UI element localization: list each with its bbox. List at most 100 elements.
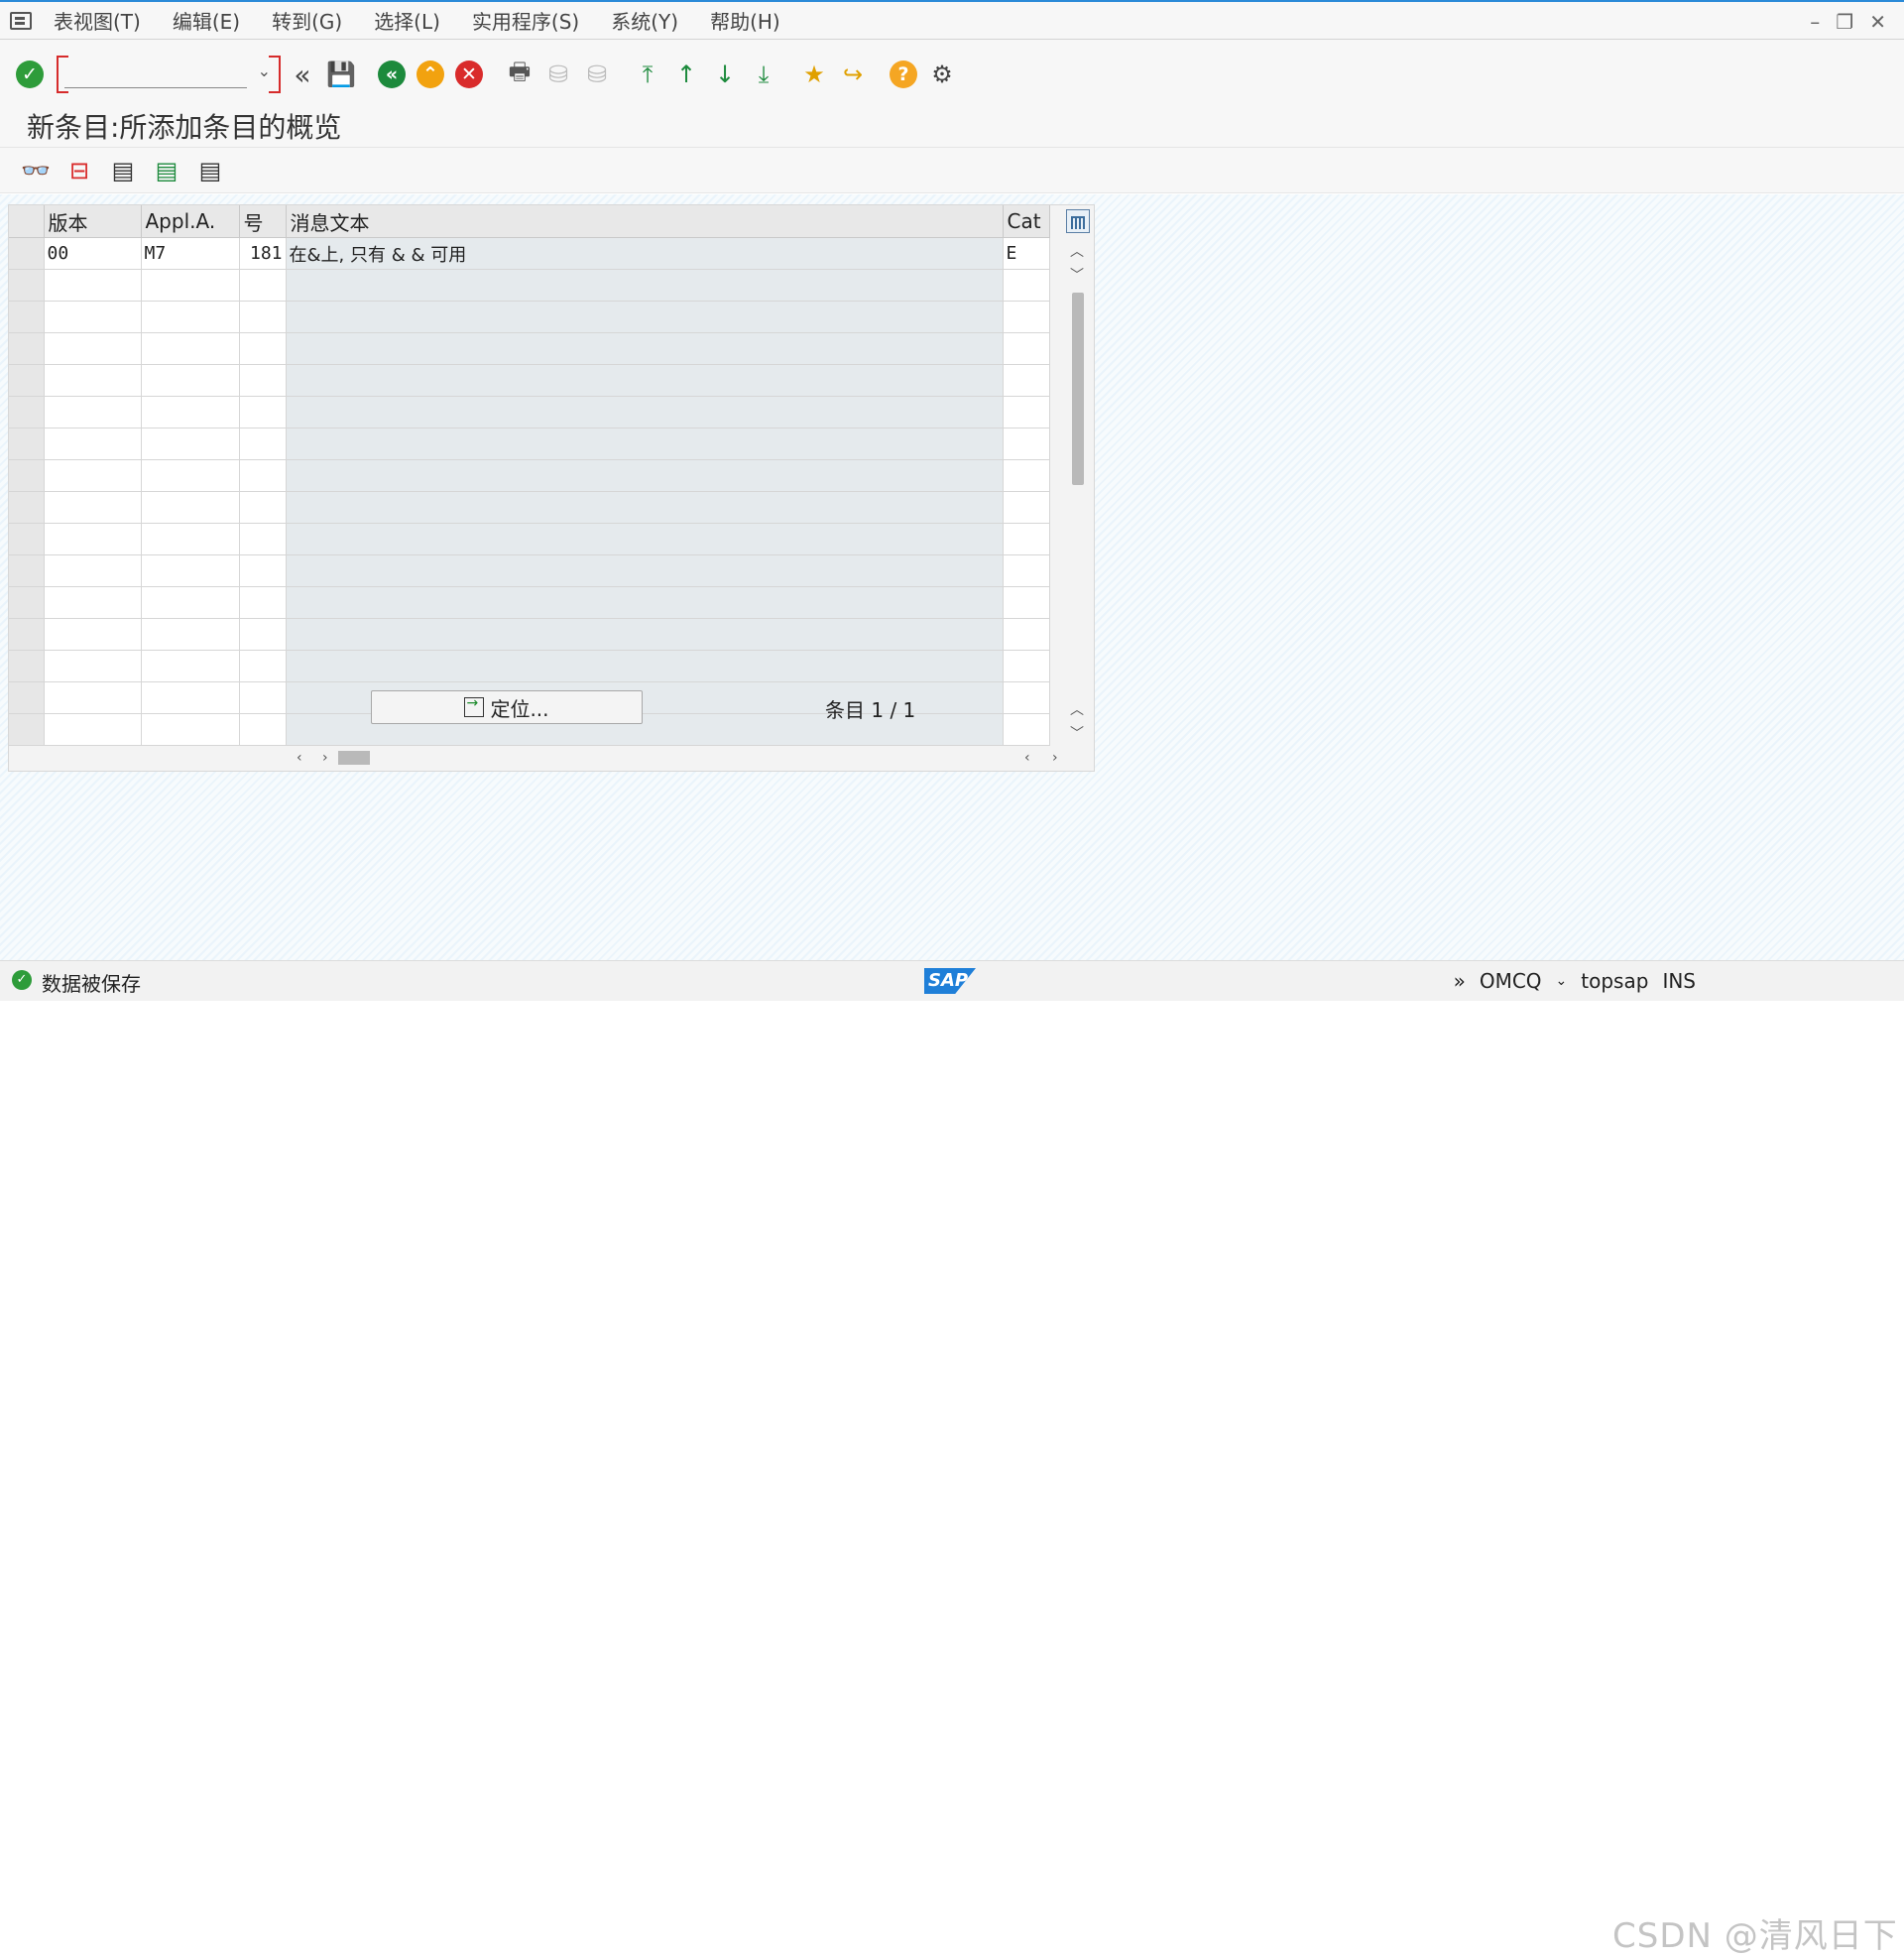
cell-appl-area[interactable] <box>141 332 240 365</box>
collapse-toolbar-button[interactable]: « <box>287 59 318 91</box>
cell-version[interactable] <box>44 269 142 302</box>
scroll-right-icon[interactable]: › <box>322 750 328 766</box>
find-next-button[interactable]: ⛁ <box>581 59 613 90</box>
status-message[interactable]: 数据被保存 <box>42 968 141 997</box>
menu-help[interactable]: 帮助(H) <box>710 6 780 35</box>
scrollbar-thumb[interactable] <box>1072 293 1084 485</box>
cell-number[interactable] <box>239 428 287 460</box>
cell-message-text[interactable] <box>286 459 1004 492</box>
cell-message-text[interactable] <box>286 428 1004 460</box>
cell-message-text[interactable]: 在&上, 只有 & & 可用 <box>286 237 1004 270</box>
row-selector[interactable] <box>9 269 45 302</box>
select-block-button[interactable]: ▤ <box>151 155 182 186</box>
cell-appl-area[interactable] <box>141 301 240 333</box>
next-page-button[interactable]: ↓ <box>709 59 741 90</box>
delete-button[interactable]: ⊟ <box>63 155 95 186</box>
scroll-up-icon[interactable]: ︿ <box>1066 241 1088 263</box>
cell-number[interactable] <box>239 491 287 524</box>
cell-version[interactable] <box>44 681 142 714</box>
cell-appl-area[interactable] <box>141 428 240 460</box>
first-page-button[interactable]: ⤒ <box>632 59 663 90</box>
cell-message-text[interactable] <box>286 332 1004 365</box>
deselect-all-button[interactable]: ▤ <box>194 155 226 186</box>
transaction-code[interactable]: OMCQ <box>1480 969 1542 993</box>
menu-table-view[interactable]: 表视图(T) <box>54 6 141 35</box>
cell-version[interactable] <box>44 301 142 333</box>
cell-cat[interactable] <box>1003 428 1050 460</box>
cell-version[interactable]: 00 <box>44 237 142 270</box>
cell-appl-area[interactable] <box>141 586 240 619</box>
cell-number[interactable] <box>239 269 287 302</box>
row-selector[interactable] <box>9 586 45 619</box>
restore-icon[interactable]: ❐ <box>1836 10 1853 34</box>
find-button[interactable]: ⛁ <box>542 59 574 90</box>
cell-cat[interactable] <box>1003 364 1050 397</box>
cell-version[interactable] <box>44 523 142 555</box>
row-selector[interactable] <box>9 237 45 270</box>
column-header-cat[interactable]: Cat <box>1003 205 1050 238</box>
row-selector[interactable] <box>9 459 45 492</box>
row-selector[interactable] <box>9 681 45 714</box>
save-button[interactable]: 💾 <box>325 59 357 90</box>
menu-select[interactable]: 选择(L) <box>374 6 440 35</box>
cell-version[interactable] <box>44 554 142 587</box>
cell-appl-area[interactable] <box>141 269 240 302</box>
cell-cat[interactable] <box>1003 459 1050 492</box>
cell-number[interactable] <box>239 554 287 587</box>
cell-number[interactable] <box>239 396 287 428</box>
cell-message-text[interactable] <box>286 586 1004 619</box>
cell-appl-area[interactable] <box>141 491 240 524</box>
shortcut-button[interactable]: ↪ <box>837 59 869 90</box>
row-selector[interactable] <box>9 332 45 365</box>
row-selector-header[interactable] <box>9 205 45 238</box>
row-selector[interactable] <box>9 301 45 333</box>
chevron-down-icon[interactable]: ⌄ <box>258 61 271 80</box>
menu-edit[interactable]: 编辑(E) <box>173 6 240 35</box>
cell-number[interactable] <box>239 332 287 365</box>
row-selector[interactable] <box>9 618 45 651</box>
expand-status-icon[interactable]: » <box>1454 969 1466 993</box>
cell-cat[interactable] <box>1003 523 1050 555</box>
cell-number[interactable] <box>239 301 287 333</box>
cell-message-text[interactable] <box>286 301 1004 333</box>
column-header-message-text[interactable]: 消息文本 <box>286 205 1004 238</box>
cell-message-text[interactable] <box>286 618 1004 651</box>
horizontal-scrollbar-thumb[interactable] <box>338 751 370 765</box>
row-selector[interactable] <box>9 650 45 682</box>
cell-cat[interactable] <box>1003 586 1050 619</box>
row-selector[interactable] <box>9 523 45 555</box>
table-settings-icon[interactable] <box>1066 209 1090 233</box>
layout-settings-button[interactable]: ⚙ <box>926 59 958 90</box>
cell-version[interactable] <box>44 618 142 651</box>
cell-version[interactable] <box>44 491 142 524</box>
cell-appl-area[interactable] <box>141 459 240 492</box>
cell-number[interactable] <box>239 713 287 746</box>
menu-icon[interactable] <box>10 11 32 30</box>
print-button[interactable]: 🖶 <box>504 58 536 90</box>
insert-mode[interactable]: INS <box>1662 969 1696 993</box>
horizontal-scrollbar[interactable]: ‹ › ‹ › <box>9 747 1096 771</box>
row-selector[interactable] <box>9 491 45 524</box>
cell-message-text[interactable] <box>286 523 1004 555</box>
cell-version[interactable] <box>44 396 142 428</box>
previous-page-button[interactable]: ↑ <box>670 59 702 90</box>
cancel-button[interactable]: ✕ <box>453 59 485 90</box>
select-all-button[interactable]: ▤ <box>107 155 139 186</box>
cell-appl-area[interactable] <box>141 618 240 651</box>
exit-button[interactable]: ⌃ <box>415 59 446 90</box>
cell-number[interactable] <box>239 364 287 397</box>
close-window-icon[interactable]: ✕ <box>1869 10 1886 34</box>
cell-number[interactable] <box>239 586 287 619</box>
column-header-version[interactable]: 版本 <box>44 205 142 238</box>
column-header-appl-area[interactable]: Appl.A. <box>141 205 240 238</box>
column-header-number[interactable]: 号 <box>239 205 287 238</box>
cell-cat[interactable] <box>1003 618 1050 651</box>
cell-version[interactable] <box>44 650 142 682</box>
cell-cat[interactable]: E <box>1003 237 1050 270</box>
enter-button[interactable]: ✓ <box>14 59 46 90</box>
cell-number[interactable] <box>239 618 287 651</box>
row-selector[interactable] <box>9 554 45 587</box>
cell-number[interactable] <box>239 459 287 492</box>
cell-number[interactable] <box>239 650 287 682</box>
cell-cat[interactable] <box>1003 301 1050 333</box>
